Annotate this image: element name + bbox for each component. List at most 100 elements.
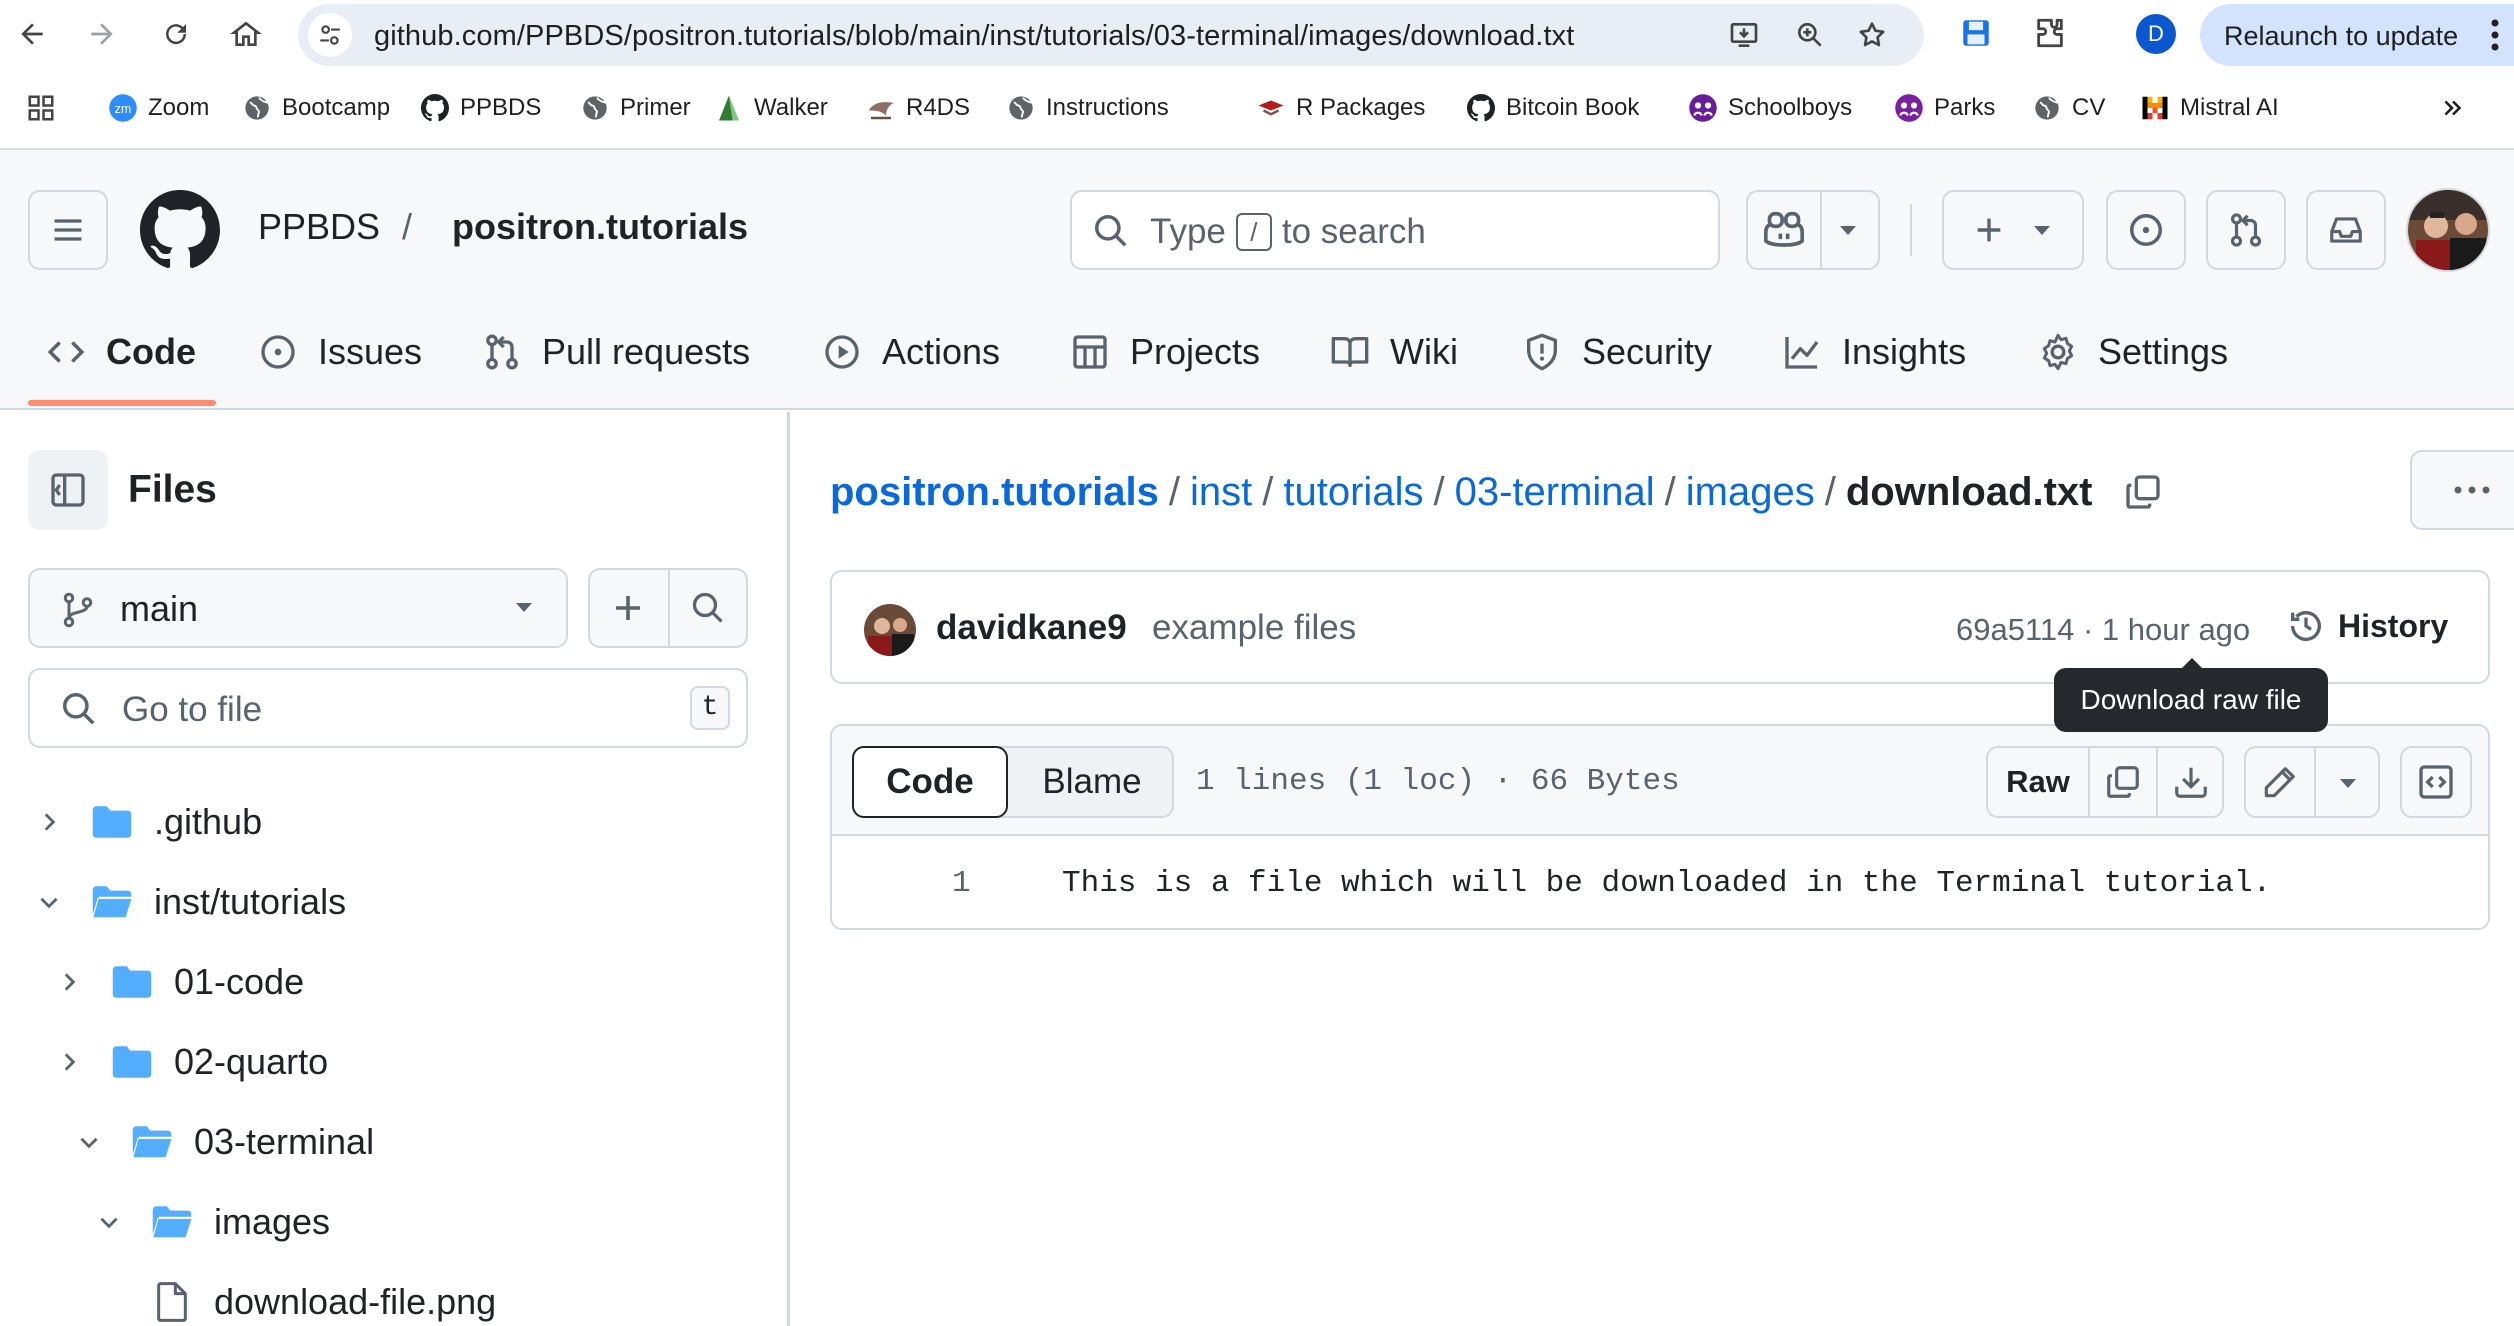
bookmark-instructions[interactable]: Instructions (1006, 90, 1169, 126)
collapse-sidebar-button[interactable] (28, 450, 108, 530)
bookmark-star-icon[interactable] (1854, 17, 1890, 53)
search-icon (1095, 215, 1127, 247)
github-logo[interactable] (140, 190, 220, 270)
tree-folder-item[interactable]: 03-terminal (74, 1112, 374, 1172)
breadcrumb-link[interactable]: 03-terminal (1455, 470, 1655, 515)
search-input[interactable]: Type / to search (1070, 190, 1720, 270)
tab-actions[interactable]: Actions (820, 322, 1000, 382)
tree-folder-item[interactable]: 02-quarto (54, 1032, 328, 1092)
zoom-icon[interactable] (1792, 17, 1828, 53)
branch-selector[interactable]: main (28, 568, 568, 648)
tab-code[interactable]: Code (44, 322, 196, 382)
your-issues-button[interactable] (2106, 190, 2186, 270)
commit-message-link[interactable]: example files (1152, 608, 1356, 648)
copilot-menu-button[interactable] (1836, 222, 1860, 238)
tab-pull-requests[interactable]: Pull requests (480, 322, 750, 382)
tab-code-view[interactable]: Code (852, 746, 1008, 818)
chevron-right-icon[interactable] (34, 807, 64, 837)
commit-hash-and-time[interactable]: 69a5114 · 1 hour ago (1956, 612, 2250, 648)
copilot-button[interactable] (1762, 210, 1806, 250)
copy-path-button[interactable] (2123, 472, 2163, 512)
tab-settings[interactable]: Settings (2036, 322, 2228, 382)
chevron-right-icon[interactable] (54, 967, 84, 997)
user-avatar[interactable] (2406, 188, 2490, 272)
relaunch-button[interactable]: Relaunch to update (2200, 4, 2514, 66)
bookmark-mistral-ai[interactable]: Mistral AI (2140, 90, 2279, 126)
symbols-panel-button[interactable] (2400, 746, 2472, 818)
commit-author-link[interactable]: davidkane9 (936, 608, 1127, 648)
edit-options-button[interactable] (2336, 776, 2360, 792)
tree-folder-item[interactable]: images (94, 1192, 330, 1252)
bookmark-schoolboys[interactable]: Schoolboys (1688, 90, 1852, 126)
relaunch-label: Relaunch to update (2224, 21, 2459, 51)
reload-button[interactable] (152, 10, 200, 58)
bookmark-r4ds[interactable]: R4DS (866, 90, 970, 126)
tab-issues[interactable]: Issues (256, 322, 422, 382)
apps-button[interactable] (26, 90, 56, 126)
repo-owner-link[interactable]: PPBDS (258, 206, 380, 248)
bookmark-walker[interactable]: Walker (714, 90, 828, 126)
breadcrumb-link[interactable]: tutorials (1283, 470, 1423, 515)
kebab-menu-icon[interactable] (2490, 18, 2500, 52)
history-button[interactable]: History (2286, 606, 2448, 646)
bookmark-bitcoin-book[interactable]: Bitcoin Book (1466, 90, 1639, 126)
bookmarks-overflow-button[interactable] (2440, 90, 2466, 126)
divider (2314, 748, 2316, 816)
chevron-down-icon[interactable] (34, 887, 64, 917)
global-nav-button[interactable] (28, 190, 108, 270)
folder-open-icon (130, 1122, 174, 1162)
tree-folder-item[interactable]: inst/tutorials (34, 872, 346, 932)
raw-button[interactable]: Raw (1988, 748, 2088, 816)
chevron-down-icon[interactable] (94, 1207, 124, 1237)
tab-projects[interactable]: Projects (1068, 322, 1260, 382)
copy-raw-button[interactable] (2090, 748, 2156, 816)
tree-folder-item[interactable]: .github (34, 792, 262, 852)
extensions-icon[interactable] (2030, 13, 2070, 53)
tab-blame[interactable]: Blame (1010, 748, 1174, 816)
inbox-button[interactable] (2306, 190, 2386, 270)
kebab-horizontal-icon (2454, 486, 2490, 494)
tab-security[interactable]: Security (1520, 322, 1712, 382)
save-icon[interactable] (1956, 13, 1996, 53)
file-info: 1 lines (1 loc) · 66 Bytes (1196, 764, 1680, 799)
breadcrumb-link[interactable]: images (1686, 470, 1815, 515)
bookmark-primer[interactable]: Primer (580, 90, 691, 126)
url-text[interactable]: github.com/PPBDS/positron.tutorials/blob… (374, 20, 1574, 53)
bookmark-parks[interactable]: Parks (1894, 90, 1995, 126)
bookmark-r-packages[interactable]: R Packages (1256, 90, 1425, 126)
tab-wiki[interactable]: Wiki (1328, 322, 1458, 382)
download-raw-button[interactable] (2158, 748, 2224, 816)
back-button[interactable] (8, 10, 56, 58)
breadcrumb-link[interactable]: positron.tutorials (830, 470, 1159, 515)
repo-name-link[interactable]: positron.tutorials (452, 206, 748, 248)
go-to-file-placeholder: Go to file (122, 690, 263, 729)
breadcrumb-link[interactable]: inst (1190, 470, 1252, 515)
home-button[interactable] (222, 10, 270, 58)
tree-folder-item[interactable]: 01-code (54, 952, 304, 1012)
chevron-down-icon[interactable] (74, 1127, 104, 1157)
bookmark-zoom[interactable]: zm Zoom (108, 90, 209, 126)
line-number[interactable]: 1 (952, 866, 971, 901)
address-bar[interactable]: github.com/PPBDS/positron.tutorials/blob… (298, 4, 1924, 66)
search-files-button[interactable] (690, 590, 726, 626)
your-pull-requests-button[interactable] (2206, 190, 2286, 270)
site-info-button[interactable] (308, 13, 352, 57)
bookmark-cv[interactable]: CV (2032, 90, 2105, 126)
file-toolbar: Blame Code 1 lines (1 loc) · 66 Bytes Ra… (832, 726, 2488, 836)
forward-button[interactable] (78, 10, 126, 58)
tree-file-item[interactable]: download-file.png (150, 1272, 496, 1326)
add-file-button[interactable] (610, 590, 646, 626)
install-app-icon[interactable] (1726, 17, 1762, 53)
chevron-right-icon[interactable] (54, 1047, 84, 1077)
git-branch-icon (63, 592, 93, 628)
bookmark-bootcamp[interactable]: Bootcamp (242, 90, 390, 126)
play-icon (820, 330, 864, 374)
tab-insights[interactable]: Insights (1780, 322, 1966, 382)
bookmark-ppbds[interactable]: PPBDS (420, 90, 541, 126)
edit-file-button[interactable] (2260, 764, 2298, 802)
profile-avatar[interactable]: D (2136, 14, 2176, 54)
go-to-file-input[interactable]: Go to file t (28, 668, 748, 748)
create-new-button[interactable] (1942, 190, 2084, 270)
commit-author-avatar[interactable] (864, 604, 916, 656)
more-file-actions-button[interactable] (2410, 450, 2514, 530)
